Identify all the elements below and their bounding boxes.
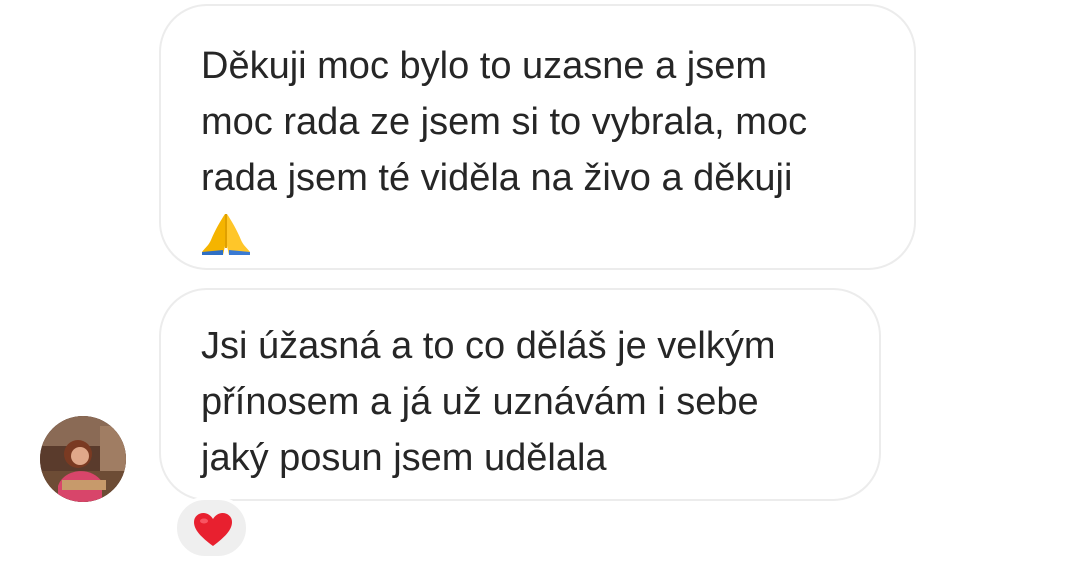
message-text-line: rada jsem té viděla na živo a děkuji — [201, 157, 793, 199]
message-bubble[interactable]: Jsi úžasná a to co děláš je velkým příno… — [159, 288, 881, 501]
reaction-badge[interactable] — [174, 497, 249, 559]
avatar[interactable] — [40, 416, 126, 502]
emoji-line — [201, 206, 874, 262]
avatar-photo — [40, 416, 126, 502]
message-bubble[interactable]: Děkuji moc bylo to uzasne a jsem moc rad… — [159, 4, 916, 270]
message-text-line: moc rada ze jsem si to vybrala, moc — [201, 101, 808, 143]
heart-icon — [194, 513, 232, 546]
folded-hands-icon — [202, 214, 250, 255]
message-text-line: Děkuji moc bylo to uzasne a jsem — [201, 45, 768, 87]
message-text-line: jaký posun jsem udělala — [201, 437, 607, 479]
message-text-line: Jsi úžasná a to co děláš je velkým — [201, 325, 776, 367]
message-text-line: přínosem a já už uznávám i sebe — [201, 381, 759, 423]
